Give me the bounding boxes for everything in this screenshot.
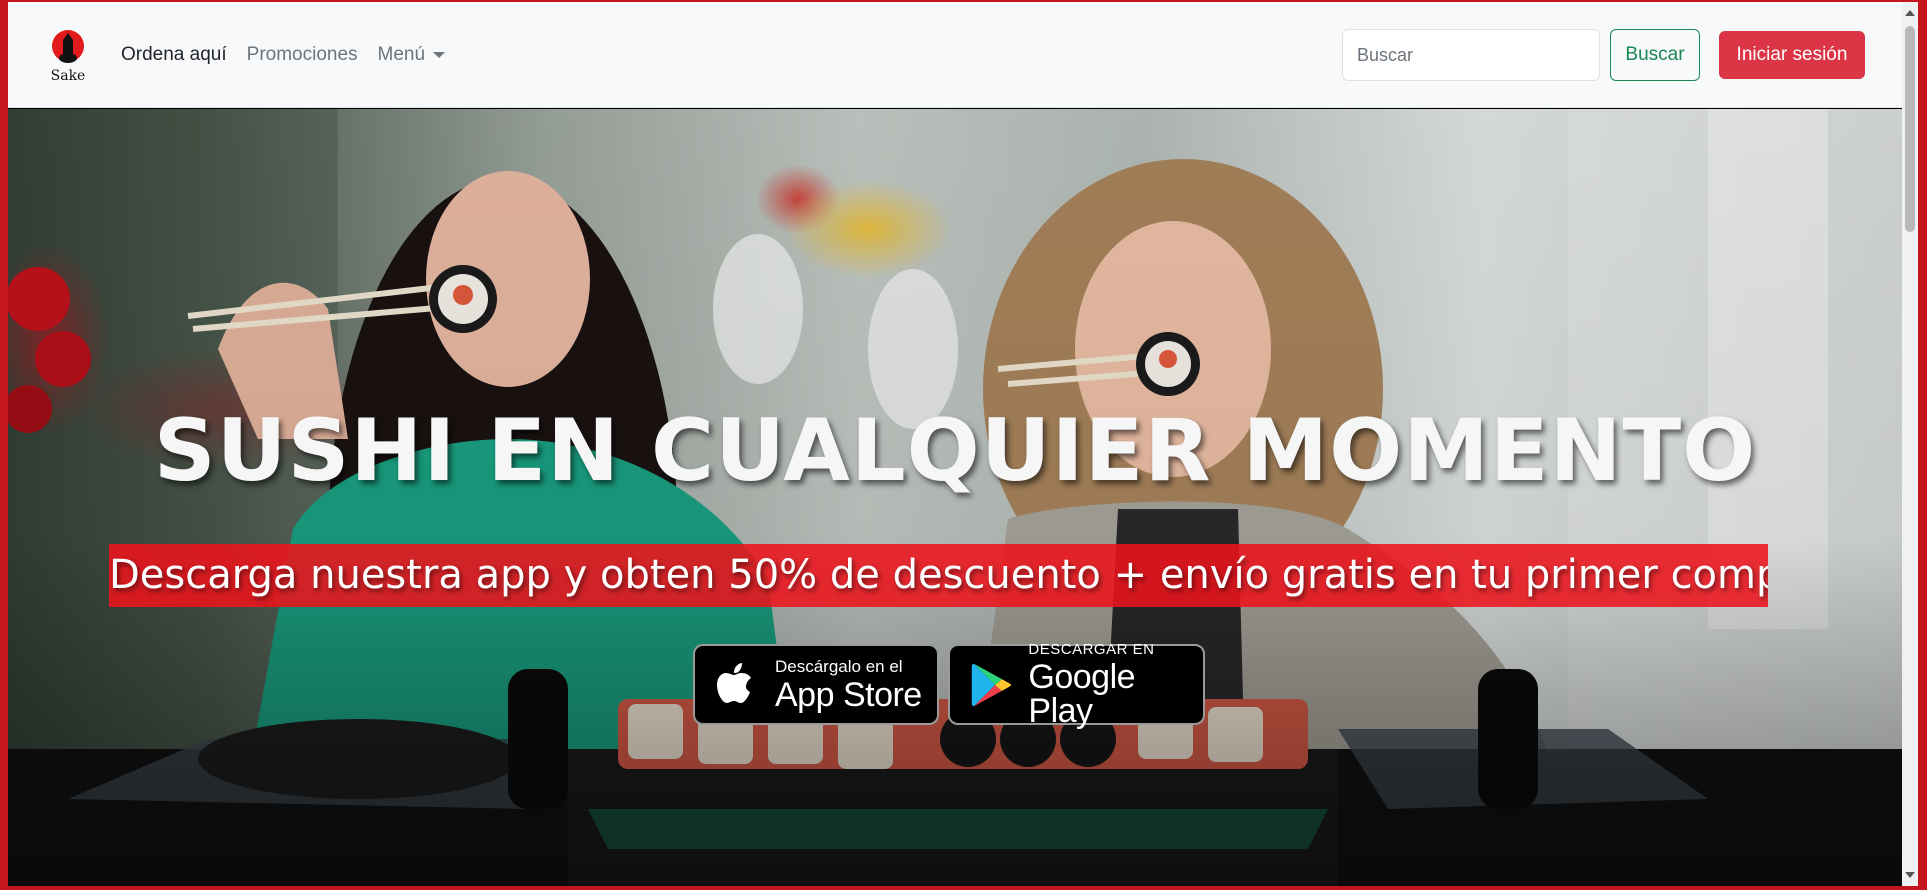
hero-banner: SUSHI EN CUALQUIER MOMENTO Descarga nues… bbox=[8, 109, 1902, 886]
app-store-small-text: Descárgalo en el bbox=[775, 656, 903, 676]
app-store-button[interactable]: Descárgalo en el App Store bbox=[693, 644, 939, 725]
nav-menu-label: Menú bbox=[377, 44, 426, 65]
hero-title: SUSHI EN CUALQUIER MOMENTO bbox=[153, 401, 1757, 501]
nav-menu-dropdown[interactable]: Menú bbox=[378, 44, 446, 66]
logo-text: Sake bbox=[51, 68, 86, 84]
google-play-button[interactable]: DESCARGAR EN Google Play bbox=[948, 640, 1205, 730]
search-button[interactable]: Buscar bbox=[1610, 29, 1700, 81]
sake-logo[interactable]: Sake bbox=[46, 28, 90, 86]
apple-icon bbox=[717, 662, 751, 703]
navbar: Sake Ordena aquí Promociones Menú Buscar… bbox=[8, 2, 1902, 108]
google-play-icon bbox=[971, 663, 1012, 706]
hero-subtitle: Descarga nuestra app y obten 50% de desc… bbox=[109, 544, 1768, 607]
scroll-down-arrow-icon[interactable] bbox=[1905, 872, 1915, 878]
login-button[interactable]: Iniciar sesión bbox=[1719, 31, 1865, 79]
google-play-big-text: Google Play bbox=[1028, 657, 1136, 730]
nav-links: Ordena aquí Promociones Menú bbox=[121, 44, 465, 66]
scroll-up-arrow-icon[interactable] bbox=[1905, 10, 1915, 16]
nav-link-promociones[interactable]: Promociones bbox=[247, 44, 358, 66]
browser-viewport: Sake Ordena aquí Promociones Menú Buscar… bbox=[8, 2, 1902, 886]
caret-down-icon bbox=[433, 52, 446, 58]
search-input[interactable] bbox=[1342, 29, 1600, 81]
google-play-small-text: DESCARGAR EN bbox=[1028, 640, 1155, 658]
app-store-big-text: App Store bbox=[775, 675, 922, 714]
page-scrollbar[interactable] bbox=[1902, 2, 1918, 886]
scroll-thumb[interactable] bbox=[1905, 26, 1915, 232]
nav-link-ordena[interactable]: Ordena aquí bbox=[121, 44, 227, 66]
